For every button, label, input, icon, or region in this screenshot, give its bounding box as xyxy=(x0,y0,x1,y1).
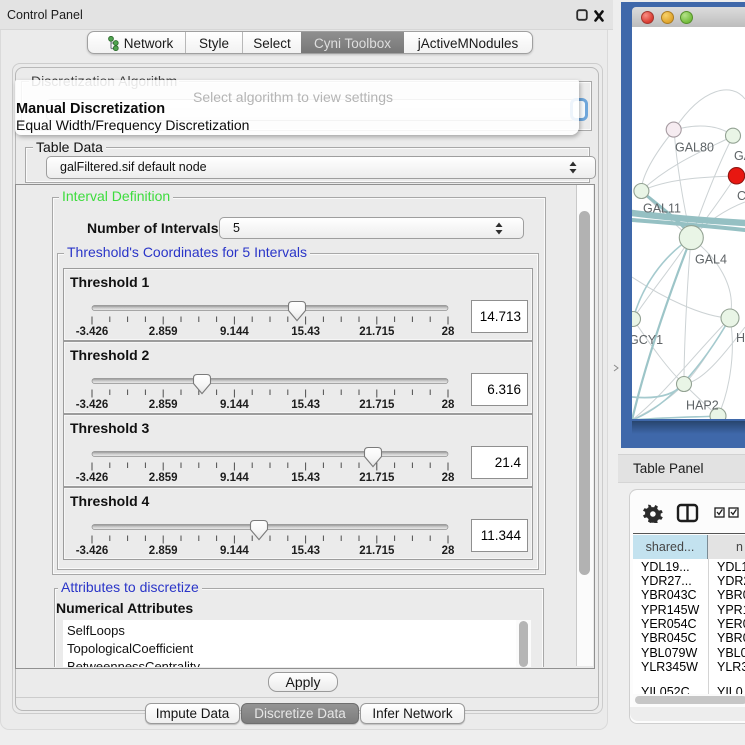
svg-text:21.715: 21.715 xyxy=(359,399,395,411)
svg-text:2.859: 2.859 xyxy=(149,545,178,557)
svg-text:21.715: 21.715 xyxy=(359,545,395,557)
svg-text:15.43: 15.43 xyxy=(291,326,320,338)
svg-text:GA: GA xyxy=(734,149,745,163)
svg-text:GAL80: GAL80 xyxy=(675,141,714,155)
svg-text:28: 28 xyxy=(442,399,455,411)
svg-text:C: C xyxy=(737,189,745,203)
svg-text:GAL4: GAL4 xyxy=(695,253,727,267)
svg-text:28: 28 xyxy=(442,326,455,338)
svg-text:28: 28 xyxy=(442,472,455,484)
svg-text:-3.426: -3.426 xyxy=(76,545,109,557)
svg-text:2.859: 2.859 xyxy=(149,472,178,484)
svg-text:-3.426: -3.426 xyxy=(76,472,109,484)
svg-text:9.144: 9.144 xyxy=(220,545,249,557)
svg-text:28: 28 xyxy=(442,545,455,557)
svg-text:H: H xyxy=(736,331,745,345)
svg-text:-3.426: -3.426 xyxy=(76,399,109,411)
svg-text:2.859: 2.859 xyxy=(149,399,178,411)
svg-text:-3.426: -3.426 xyxy=(76,326,109,338)
svg-text:9.144: 9.144 xyxy=(220,326,249,338)
svg-text:15.43: 15.43 xyxy=(291,545,320,557)
svg-text:9.144: 9.144 xyxy=(220,472,249,484)
svg-text:21.715: 21.715 xyxy=(359,472,395,484)
svg-text:HAP2: HAP2 xyxy=(686,399,719,413)
svg-text:21.715: 21.715 xyxy=(359,326,395,338)
svg-text:9.144: 9.144 xyxy=(220,399,249,411)
svg-text:15.43: 15.43 xyxy=(291,399,320,411)
svg-text:GCY1: GCY1 xyxy=(632,333,663,347)
svg-text:GAL11: GAL11 xyxy=(643,202,681,216)
svg-text:15.43: 15.43 xyxy=(291,472,320,484)
svg-text:2.859: 2.859 xyxy=(149,326,178,338)
